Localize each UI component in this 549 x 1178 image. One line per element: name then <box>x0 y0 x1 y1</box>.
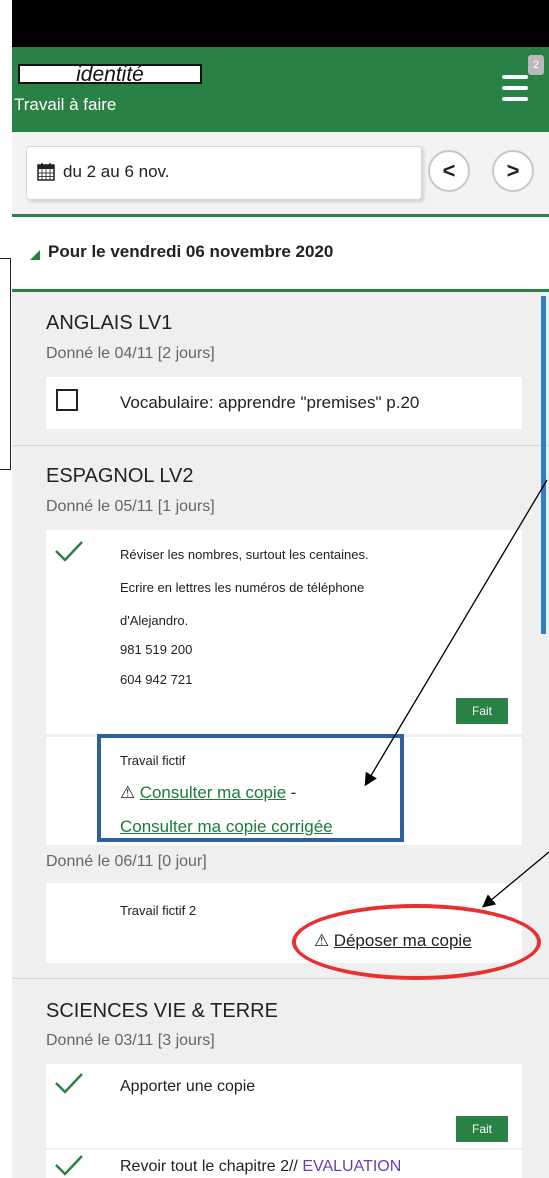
annotation-arrow <box>364 479 548 787</box>
annotation-arrows <box>364 479 549 908</box>
annotation-arrow <box>482 851 549 908</box>
